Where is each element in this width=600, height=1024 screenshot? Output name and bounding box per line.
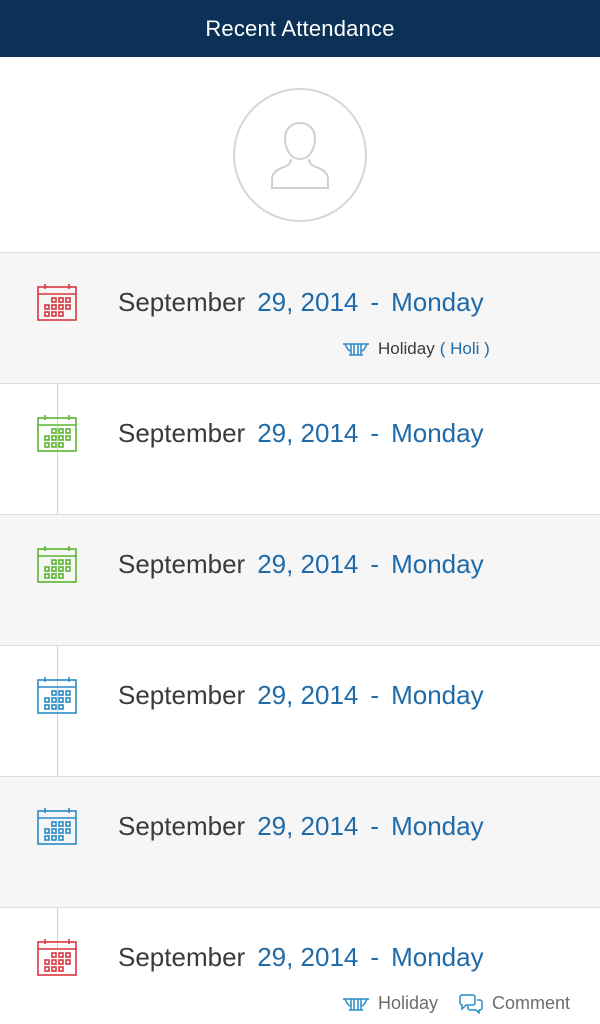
date-day: 29, 2014	[257, 287, 359, 317]
calendar-icon	[37, 677, 77, 714]
attendance-date: September 29, 2014- Monday	[118, 549, 484, 580]
legend: Holiday Comment	[342, 993, 570, 1014]
attendance-date: September 29, 2014- Monday	[118, 287, 484, 318]
app-header: Recent Attendance	[0, 0, 600, 57]
date-month: September	[118, 287, 246, 317]
calendar-icon	[37, 939, 77, 976]
user-icon	[271, 121, 329, 189]
date-separator: -	[370, 680, 380, 710]
page-title: Recent Attendance	[205, 15, 395, 41]
attendance-row[interactable]: September 29, 2014- Monday Holiday ( Holi …	[0, 253, 600, 384]
holiday-icon	[343, 343, 369, 356]
date-weekday: Monday	[391, 549, 484, 579]
holiday-icon	[343, 997, 369, 1011]
comment-icon	[459, 993, 483, 1014]
legend-comment: Comment	[458, 993, 570, 1014]
date-weekday: Monday	[391, 942, 484, 972]
attendance-timeline: September 29, 2014- Monday Holiday ( Holi …	[0, 253, 600, 1024]
date-day: 29, 2014	[257, 418, 359, 448]
calendar-icon	[37, 546, 77, 583]
date-day: 29, 2014	[257, 549, 359, 579]
holiday-label: Holiday	[378, 339, 435, 358]
legend-holiday: Holiday	[342, 993, 438, 1014]
date-separator: -	[370, 287, 380, 317]
date-month: September	[118, 549, 246, 579]
date-separator: -	[370, 549, 380, 579]
date-separator: -	[370, 811, 380, 841]
holiday-note: Holiday ( Holi )	[342, 339, 490, 359]
attendance-date: September 29, 2014- Monday	[118, 942, 484, 973]
attendance-row[interactable]: September 29, 2014- Monday	[0, 646, 600, 777]
date-separator: -	[370, 942, 380, 972]
attendance-row[interactable]: September 29, 2014- Monday	[0, 384, 600, 515]
attendance-date: September 29, 2014- Monday	[118, 811, 484, 842]
avatar[interactable]	[233, 87, 367, 222]
date-month: September	[118, 811, 246, 841]
date-day: 29, 2014	[257, 811, 359, 841]
date-weekday: Monday	[391, 680, 484, 710]
date-separator: -	[370, 418, 380, 448]
attendance-row[interactable]: September 29, 2014- Monday	[0, 515, 600, 646]
date-day: 29, 2014	[257, 680, 359, 710]
date-day: 29, 2014	[257, 942, 359, 972]
attendance-date: September 29, 2014- Monday	[118, 680, 484, 711]
holiday-name: ( Holi )	[439, 339, 490, 358]
date-weekday: Monday	[391, 418, 484, 448]
legend-holiday-label: Holiday	[378, 993, 439, 1013]
calendar-icon	[37, 808, 77, 845]
calendar-icon	[37, 415, 77, 452]
date-month: September	[118, 680, 246, 710]
attendance-row[interactable]: September 29, 2014- Monday	[0, 777, 600, 908]
date-weekday: Monday	[391, 811, 484, 841]
date-weekday: Monday	[391, 287, 484, 317]
legend-comment-label: Comment	[492, 993, 571, 1013]
calendar-icon	[37, 284, 77, 321]
attendance-date: September 29, 2014- Monday	[118, 418, 484, 449]
date-month: September	[118, 942, 246, 972]
date-month: September	[118, 418, 246, 448]
profile-section	[0, 57, 600, 253]
